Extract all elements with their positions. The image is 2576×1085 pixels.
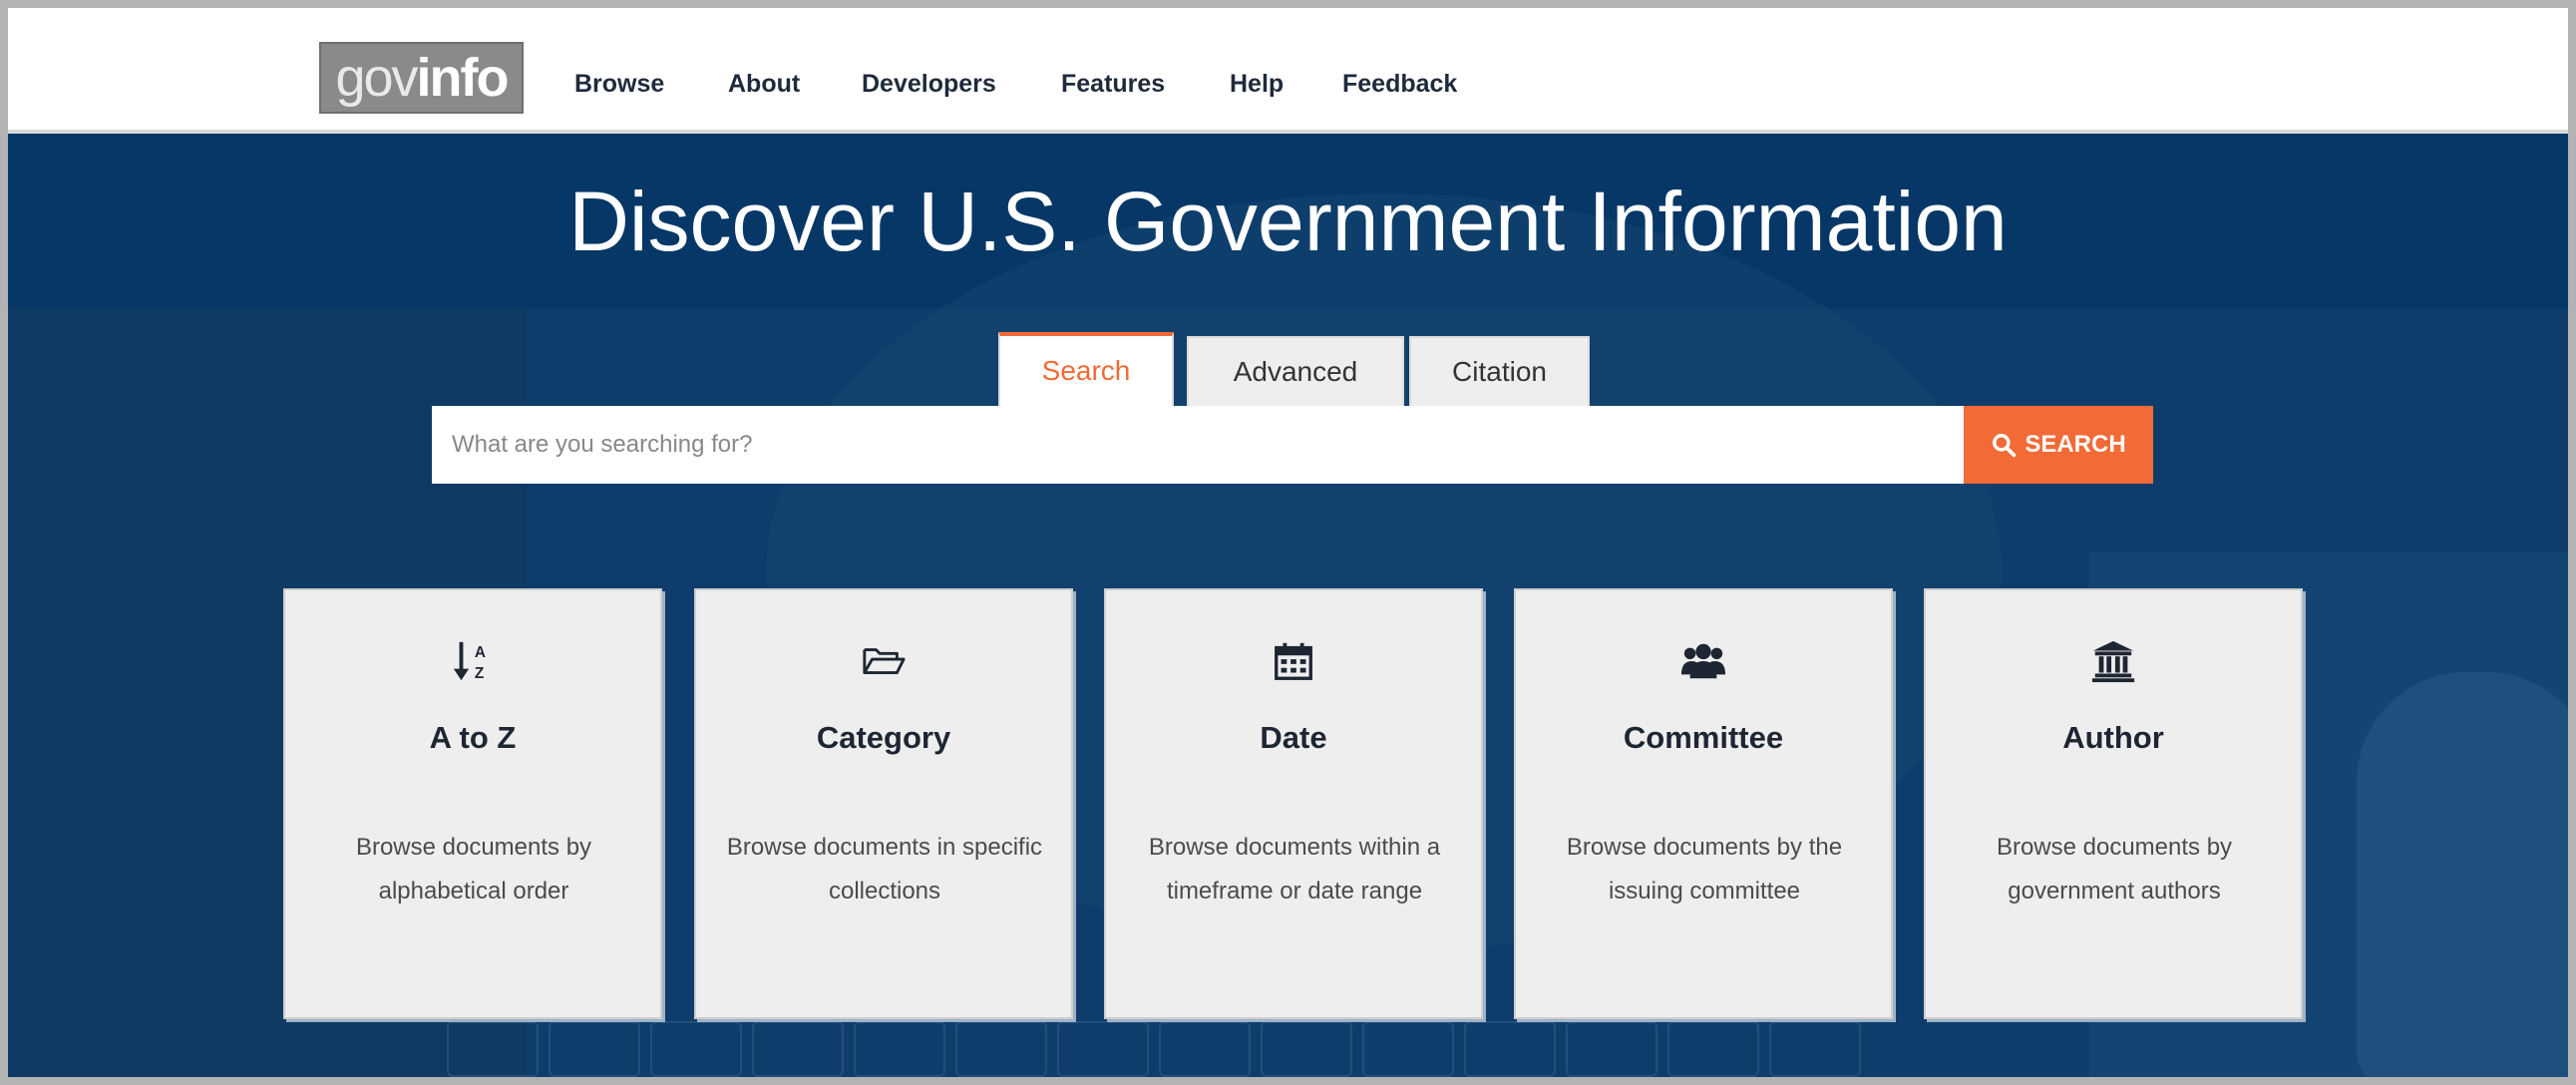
card-description: Browse documents in specific collections: [726, 834, 1043, 904]
search-icon: [1993, 434, 2017, 458]
card-author[interactable]: Author Browse documents by government au…: [1924, 588, 2303, 1019]
folder-open-icon: [863, 648, 906, 674]
page-title: Discover U.S. Government Information: [568, 175, 2008, 268]
card-title: Committee: [1623, 720, 1784, 755]
svg-text:A: A: [475, 644, 486, 661]
background-mouse-shape: [2357, 672, 2568, 1077]
users-icon: [1680, 643, 1726, 679]
card-description: Browse documents within a timeframe or d…: [1148, 834, 1441, 904]
card-title: Category: [816, 720, 951, 755]
background-keyboard: [447, 1021, 1983, 1077]
card-committee[interactable]: Committee Browse documents by the issuin…: [1514, 588, 1893, 1019]
govinfo-logo[interactable]: gov info: [319, 42, 524, 114]
background-key: [752, 1021, 844, 1077]
background-key: [1057, 1021, 1149, 1077]
background-key: [1667, 1021, 1759, 1077]
card-description: Browse documents by alphabetical order: [355, 834, 592, 904]
card-category[interactable]: Category Browse documents in specific co…: [694, 588, 1073, 1019]
search-button[interactable]: SEARCH: [1964, 406, 2153, 484]
search-input[interactable]: [432, 406, 1964, 484]
background-key: [854, 1021, 945, 1077]
sort-alpha-icon: A Z: [453, 641, 486, 682]
background-key: [650, 1021, 742, 1077]
background-key: [1769, 1021, 1861, 1077]
background-key: [1362, 1021, 1454, 1077]
card-a-to-z[interactable]: A Z A to Z Browse documents by alphabeti…: [283, 588, 662, 1019]
background-key: [955, 1021, 1047, 1077]
site-header: gov info Browse About Developers Features…: [8, 8, 2568, 134]
background-key: [549, 1021, 640, 1077]
card-description: Browse documents by government authors: [1996, 834, 2233, 904]
svg-text:Z: Z: [475, 665, 484, 682]
nav-about[interactable]: About: [728, 70, 800, 99]
logo-text-gov: gov: [335, 48, 418, 108]
logo-text-info: info: [416, 48, 510, 108]
card-date[interactable]: Date Browse documents within a timeframe…: [1104, 588, 1483, 1019]
card-title: Author: [2062, 720, 2164, 755]
card-title: A to Z: [429, 720, 517, 755]
tab-advanced[interactable]: Advanced: [1187, 336, 1404, 406]
nav-features[interactable]: Features: [1061, 70, 1165, 99]
nav-feedback[interactable]: Feedback: [1342, 70, 1457, 99]
nav-browse[interactable]: Browse: [574, 70, 664, 99]
search-button-label: SEARCH: [2024, 431, 2126, 458]
browser-frame: gov info Browse About Developers Features…: [8, 8, 2568, 1077]
institution-icon: [2091, 640, 2135, 683]
hero-section: Discover U.S. Government Information Sea…: [8, 134, 2568, 1077]
nav-help[interactable]: Help: [1230, 70, 1284, 99]
background-key: [1261, 1021, 1352, 1077]
card-title: Date: [1260, 720, 1327, 755]
tab-search[interactable]: Search: [998, 332, 1174, 406]
background-key: [1464, 1021, 1556, 1077]
card-description: Browse documents by the issuing committe…: [1566, 834, 1843, 904]
background-key: [447, 1021, 539, 1077]
background-key: [1566, 1021, 1657, 1077]
calendar-icon: [1275, 642, 1312, 680]
background-key: [1159, 1021, 1251, 1077]
tab-citation[interactable]: Citation: [1409, 336, 1590, 406]
nav-developers[interactable]: Developers: [862, 70, 996, 99]
